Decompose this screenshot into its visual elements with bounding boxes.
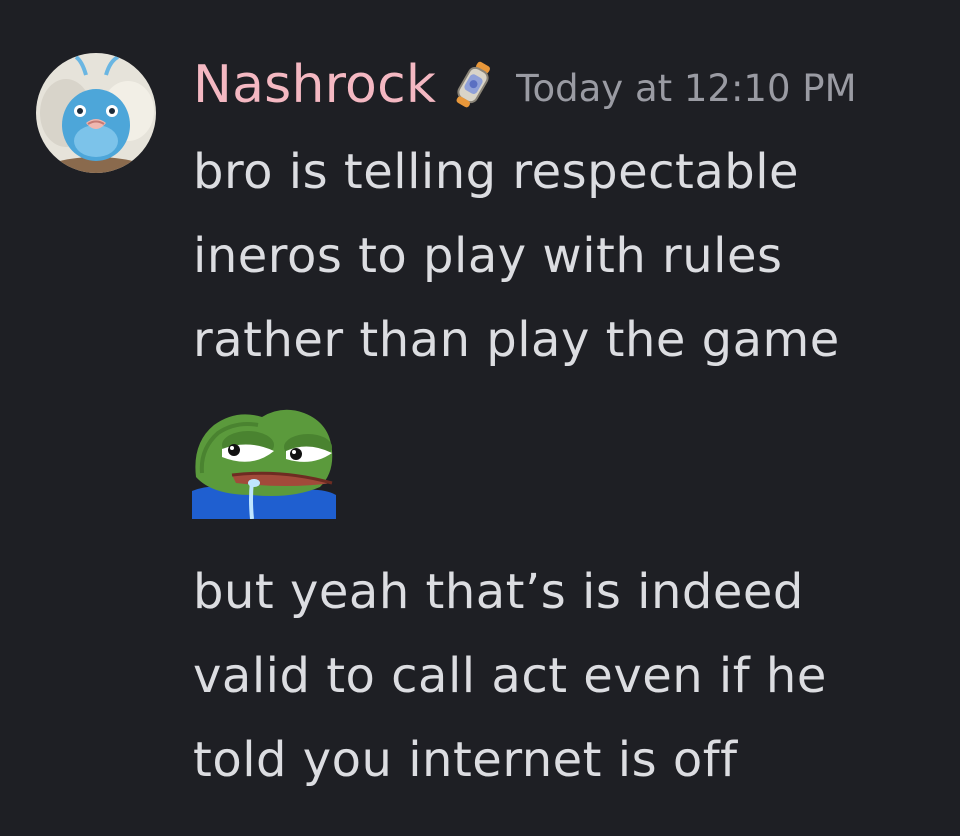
pepe-drooling-emoji[interactable] xyxy=(192,403,336,519)
message-line: valid to call act even if he xyxy=(193,648,827,704)
potion-badge-icon[interactable] xyxy=(452,59,494,111)
user-avatar[interactable] xyxy=(36,53,156,173)
message-header: Nashrock Today at 12:10 PM xyxy=(193,50,857,120)
message-line: bro is telling respectable xyxy=(193,144,800,200)
message-text-part-1: bro is telling respectable ineros to pla… xyxy=(193,130,840,382)
chat-message: Nashrock Today at 12:10 PM bro is tellin… xyxy=(0,0,960,836)
message-line: ineros to play with rules xyxy=(193,228,783,284)
message-line: but yeah that’s is indeed xyxy=(193,564,804,620)
message-line: told you internet is off xyxy=(193,732,738,788)
message-timestamp[interactable]: Today at 12:10 PM xyxy=(516,67,856,110)
bird-avatar-icon xyxy=(36,53,156,173)
message-line: rather than play the game xyxy=(193,312,840,368)
username[interactable]: Nashrock xyxy=(193,55,436,115)
message-text-part-2: but yeah that’s is indeed valid to call … xyxy=(193,550,827,802)
